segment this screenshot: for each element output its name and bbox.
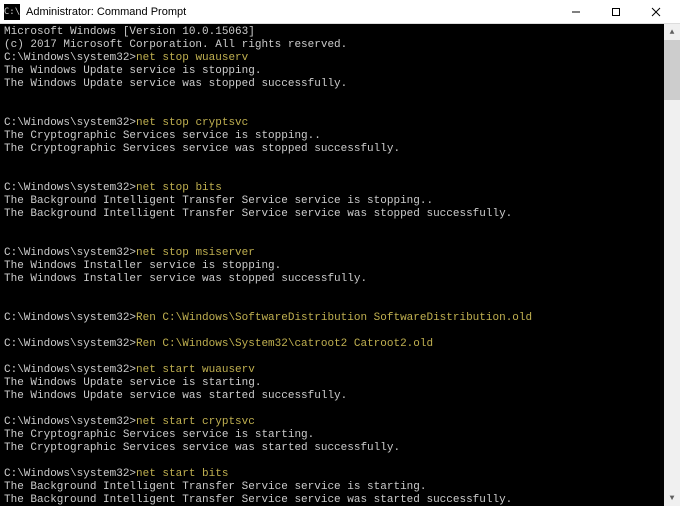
terminal-line: The Cryptographic Services service was s… [4,442,660,455]
minimize-button[interactable] [556,1,596,23]
terminal-line: C:\Windows\system32>net start cryptsvc [4,416,660,429]
blank-line [4,104,660,117]
blank-line [4,455,660,468]
close-button[interactable] [636,1,676,23]
terminal-line: The Background Intelligent Transfer Serv… [4,208,660,221]
terminal-line: The Cryptographic Services service was s… [4,143,660,156]
terminal-line: (c) 2017 Microsoft Corporation. All righ… [4,39,660,52]
terminal-line: Microsoft Windows [Version 10.0.15063] [4,26,660,39]
scrollbar[interactable]: ▲ ▼ [664,24,680,506]
maximize-button[interactable] [596,1,636,23]
blank-line [4,91,660,104]
terminal-line: C:\Windows\system32>net stop msiserver [4,247,660,260]
terminal-line: The Windows Update service was started s… [4,390,660,403]
scroll-thumb[interactable] [664,40,680,100]
terminal-line: The Background Intelligent Transfer Serv… [4,481,660,494]
terminal-wrap: Microsoft Windows [Version 10.0.15063](c… [0,24,680,506]
blank-line [4,299,660,312]
terminal-line: The Windows Update service is stopping. [4,65,660,78]
window-controls [556,1,676,23]
blank-line [4,169,660,182]
scroll-down-arrow-icon[interactable]: ▼ [664,490,680,506]
blank-line [4,325,660,338]
scroll-up-arrow-icon[interactable]: ▲ [664,24,680,40]
terminal-line: The Windows Update service is starting. [4,377,660,390]
blank-line [4,351,660,364]
terminal-line: The Cryptographic Services service is st… [4,130,660,143]
terminal-line: The Windows Installer service was stoppe… [4,273,660,286]
terminal-line: C:\Windows\system32>net stop wuauserv [4,52,660,65]
blank-line [4,286,660,299]
cmd-icon: C:\ [4,4,20,20]
terminal-line: C:\Windows\system32>net stop cryptsvc [4,117,660,130]
blank-line [4,403,660,416]
terminal-line: The Windows Installer service is stoppin… [4,260,660,273]
terminal-line: C:\Windows\system32>Ren C:\Windows\Syste… [4,338,660,351]
blank-line [4,221,660,234]
window-title: Administrator: Command Prompt [26,6,556,18]
blank-line [4,234,660,247]
scroll-track[interactable] [664,40,680,490]
terminal-line: C:\Windows\system32>Ren C:\Windows\Softw… [4,312,660,325]
terminal-output[interactable]: Microsoft Windows [Version 10.0.15063](c… [0,24,664,506]
terminal-line: The Windows Update service was stopped s… [4,78,660,91]
terminal-line: The Background Intelligent Transfer Serv… [4,494,660,506]
terminal-line: C:\Windows\system32>net stop bits [4,182,660,195]
blank-line [4,156,660,169]
terminal-line: The Background Intelligent Transfer Serv… [4,195,660,208]
terminal-line: C:\Windows\system32>net start bits [4,468,660,481]
titlebar[interactable]: C:\ Administrator: Command Prompt [0,0,680,24]
terminal-line: The Cryptographic Services service is st… [4,429,660,442]
terminal-line: C:\Windows\system32>net start wuauserv [4,364,660,377]
